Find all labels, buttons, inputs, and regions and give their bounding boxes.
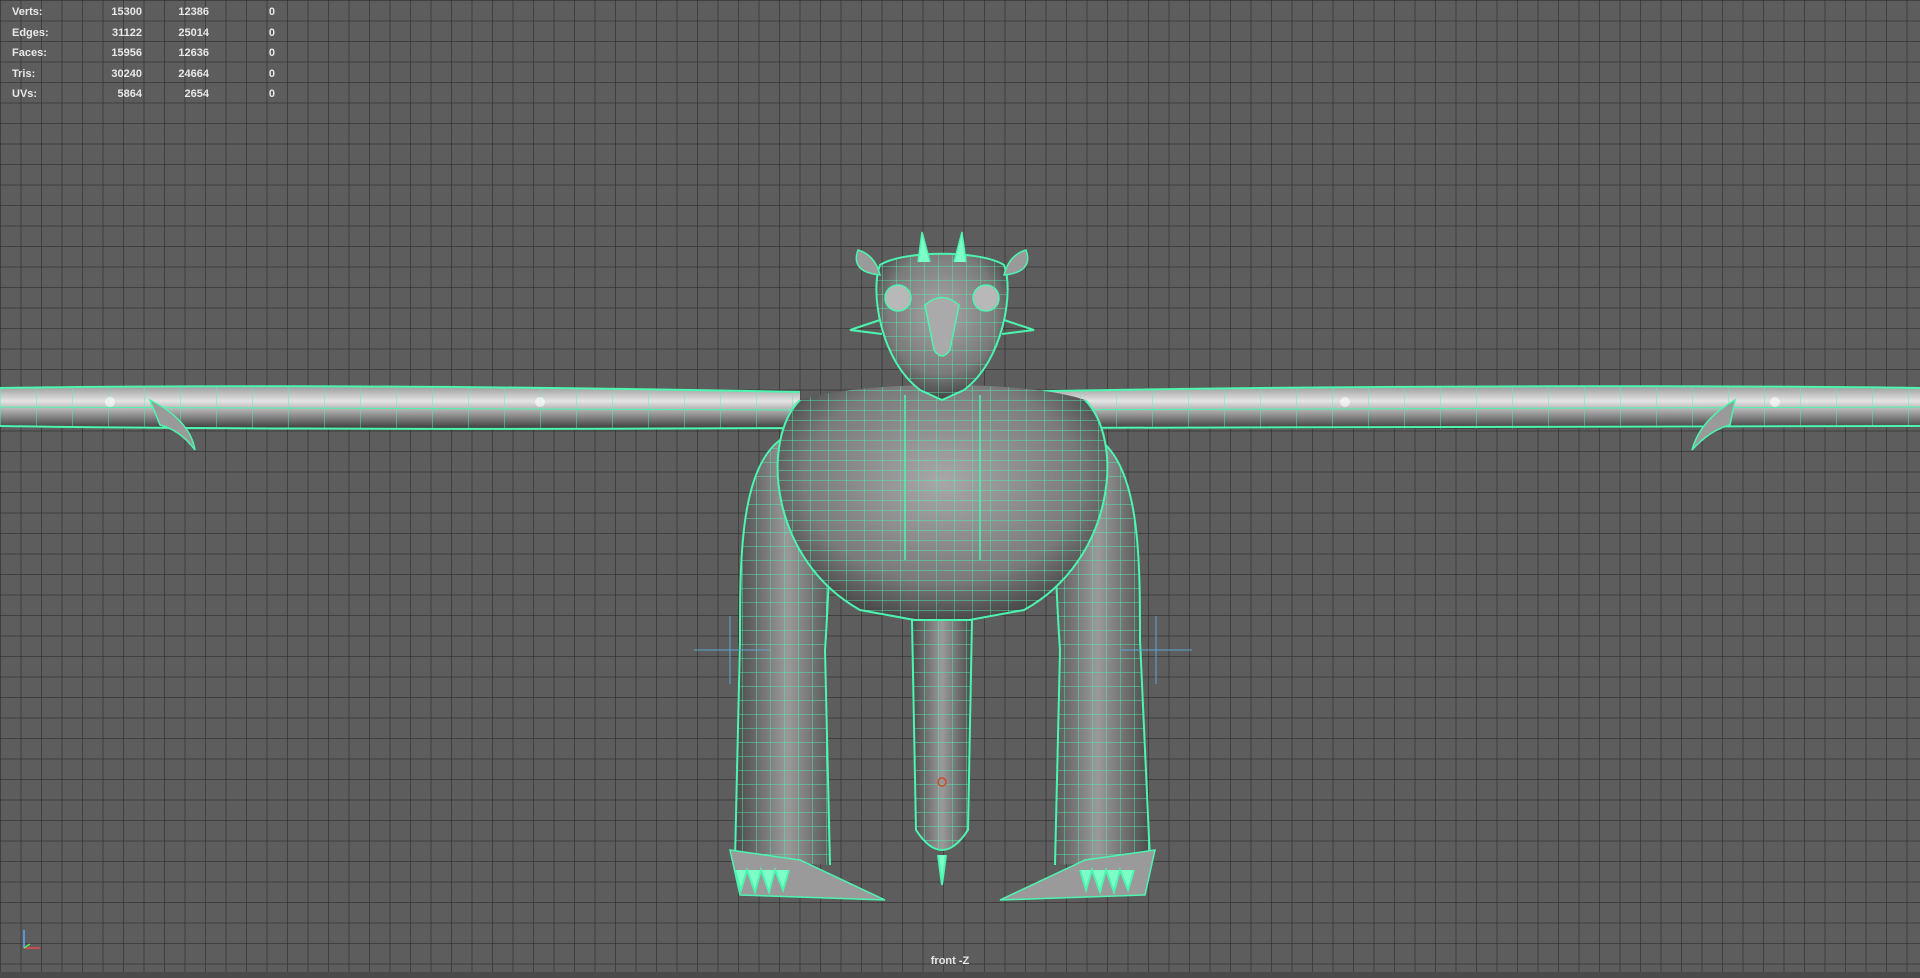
head — [849, 231, 1035, 402]
right-arm — [999, 385, 1920, 451]
viewport-3d[interactable]: Verts: 15300 12386 0 Edges: 31122 25014 … — [0, 0, 1920, 978]
axis-gizmo-icon — [23, 930, 40, 949]
camera-name-label: front -Z — [930, 955, 970, 967]
creature-wireframe-model[interactable] — [0, 0, 1920, 978]
viewport-bottom-edge — [0, 972, 1920, 978]
tail — [910, 619, 974, 886]
right-eye — [972, 284, 1000, 312]
left-eye — [884, 284, 912, 312]
left-arm — [0, 385, 801, 451]
